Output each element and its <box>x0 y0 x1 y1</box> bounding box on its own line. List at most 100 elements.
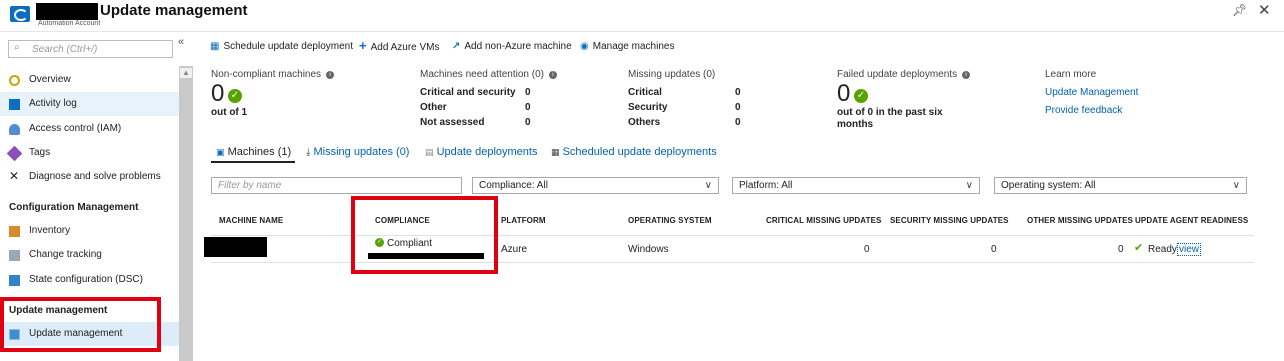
overview-icon <box>9 75 20 86</box>
info-icon[interactable]: i <box>548 71 557 79</box>
sidebar-scrollbar[interactable] <box>179 66 193 361</box>
column-header-platform[interactable]: PLATFORM <box>501 216 546 225</box>
platform-filter-value: Platform: All <box>739 180 793 191</box>
column-header-operating-system[interactable]: OPERATING SYSTEM <box>628 216 712 225</box>
sidebar-item-inventory[interactable]: Inventory <box>0 219 179 243</box>
missing-key: Others <box>628 117 661 128</box>
wrench-icon: ✕ <box>9 169 20 183</box>
sidebar-item-overview[interactable]: Overview <box>0 68 179 92</box>
compliance-filter-value: Compliance: All <box>479 180 548 191</box>
column-header-machine-name[interactable]: MACHINE NAME <box>219 216 283 225</box>
chevron-down-icon: ∨ <box>1232 180 1240 191</box>
other-missing-value: 0 <box>1118 244 1124 255</box>
security-missing-value: 0 <box>991 244 997 255</box>
check-circle-icon: ✓ <box>228 89 242 103</box>
missing-value: 0 <box>735 102 741 113</box>
noncompliant-count: 0 <box>211 80 225 107</box>
sidebar-item-label: Inventory <box>29 225 71 236</box>
failed-deployments-label: Failed update deployments i <box>837 69 971 80</box>
tab-update-deployments[interactable]: ▤ Update deployments <box>425 146 537 158</box>
highlight-box-sidebar <box>0 297 161 352</box>
tag-icon <box>6 145 23 162</box>
attention-label-text: Machines need attention (0) <box>420 69 544 80</box>
platform-filter-dropdown[interactable]: Platform: All ∨ <box>732 177 980 194</box>
attention-value: 0 <box>525 87 531 98</box>
attention-label: Machines need attention (0) i <box>420 69 557 80</box>
sidebar-item-label: Overview <box>29 74 71 85</box>
sidebar-item-state-configuration[interactable]: State configuration (DSC) <box>0 268 179 292</box>
schedule-update-deployment-button[interactable]: ▦ Schedule update deployment <box>210 41 353 52</box>
os-value: Windows <box>628 244 669 255</box>
tab-scheduled-update-deployments[interactable]: ▦ Scheduled update deployments <box>551 146 717 158</box>
add-non-azure-machine-button[interactable]: ↗ Add non-Azure machine <box>452 41 572 52</box>
sidebar-item-label: Access control (IAM) <box>29 123 122 134</box>
failed-count: 0 <box>837 80 851 107</box>
filter-by-name-input[interactable]: Filter by name <box>211 177 462 194</box>
view-readiness-link[interactable]: view <box>1177 243 1202 256</box>
check-circle-icon: ✓ <box>854 89 868 103</box>
sidebar-item-label: Change tracking <box>29 249 102 260</box>
highlight-box-compliance <box>351 196 498 274</box>
section-header-config: Configuration Management <box>9 202 139 213</box>
update-management-link[interactable]: Update Management <box>1045 87 1138 98</box>
failed-label-text: Failed update deployments <box>837 69 958 80</box>
chevron-down-icon: ∨ <box>965 180 973 191</box>
platform-value: Azure <box>501 244 528 255</box>
sidebar-item-label: Diagnose and solve problems <box>29 171 161 182</box>
calendar-icon: ▦ <box>551 147 560 157</box>
schedule-label: Schedule update deployment <box>223 41 353 52</box>
attention-key: Critical and security <box>420 87 516 98</box>
column-header-critical-missing[interactable]: CRITICAL MISSING UPDATES <box>766 216 881 225</box>
pin-icon[interactable]: 📌︎ <box>1232 3 1247 17</box>
page-subtitle: Automation Account <box>38 20 101 27</box>
dsc-icon <box>9 275 20 286</box>
compliance-filter-dropdown[interactable]: Compliance: All ∨ <box>472 177 719 194</box>
sidebar-item-access-control[interactable]: Access control (IAM) <box>0 117 179 141</box>
attention-value: 0 <box>525 102 531 113</box>
failed-caption-line1: out of 0 in the past six <box>837 107 943 118</box>
missing-value: 0 <box>735 117 741 128</box>
monitor-icon: ▣ <box>216 147 225 157</box>
access-control-icon <box>9 124 20 135</box>
sidebar-item-activity-log[interactable]: Activity log <box>0 92 179 116</box>
noncompliant-caption: out of 1 <box>211 107 248 118</box>
tab-machines[interactable]: ▣ Machines (1) <box>216 146 291 158</box>
info-icon[interactable]: i <box>326 71 335 79</box>
add-azure-vms-button[interactable]: + Add Azure VMs <box>359 38 440 53</box>
chevron-down-icon: ∨ <box>704 180 712 191</box>
plus-icon: + <box>359 38 367 53</box>
close-icon[interactable]: ✕ <box>1258 1 1271 19</box>
tab-label: Update deployments <box>436 146 538 158</box>
info-icon[interactable]: i <box>962 71 971 79</box>
manage-machines-button[interactable]: ◉ Manage machines <box>580 41 674 52</box>
missing-key: Security <box>628 102 668 113</box>
eye-icon: ◉ <box>580 41 589 52</box>
redacted-machine-name[interactable] <box>204 237 267 257</box>
sidebar-item-tags[interactable]: Tags <box>0 141 179 165</box>
column-header-agent-readiness[interactable]: UPDATE AGENT READINESS <box>1135 216 1248 225</box>
attention-value: 0 <box>525 117 531 128</box>
calendar-icon: ▦ <box>210 41 220 52</box>
inventory-icon <box>9 226 20 237</box>
deployments-icon: ▤ <box>425 147 434 157</box>
tab-label: Machines (1) <box>227 146 292 158</box>
operating-system-filter-dropdown[interactable]: Operating system: All ∨ <box>994 177 1247 194</box>
tab-label: Missing updates (0) <box>313 146 410 158</box>
readiness-value: Ready <box>1148 244 1177 255</box>
missing-key: Critical <box>628 87 662 98</box>
tab-missing-updates[interactable]: ⤓ Missing updates (0) <box>306 146 409 158</box>
ready-check-icon: ✔ <box>1134 242 1144 254</box>
attention-key: Not assessed <box>420 117 485 128</box>
collapse-icon[interactable]: « <box>178 36 184 48</box>
provide-feedback-link[interactable]: Provide feedback <box>1045 105 1122 116</box>
column-header-other-missing[interactable]: OTHER MISSING UPDATES <box>1027 216 1133 225</box>
scroll-up-icon[interactable]: ▲ <box>180 68 192 78</box>
column-header-security-missing[interactable]: SECURITY MISSING UPDATES <box>890 216 1009 225</box>
attention-key: Other <box>420 102 447 113</box>
search-icon: ⌕ <box>14 42 20 53</box>
sidebar-item-change-tracking[interactable]: Change tracking <box>0 243 179 267</box>
add-non-azure-label: Add non-Azure machine <box>464 41 572 52</box>
add-azure-label: Add Azure VMs <box>370 42 440 53</box>
sidebar-item-diagnose[interactable]: ✕ Diagnose and solve problems <box>0 165 179 189</box>
missing-updates-label: Missing updates (0) <box>628 69 716 80</box>
